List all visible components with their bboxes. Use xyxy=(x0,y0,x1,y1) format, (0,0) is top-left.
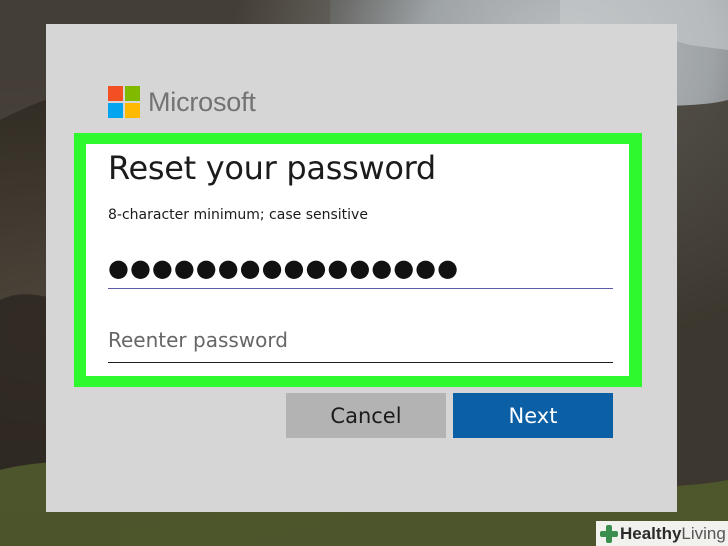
watermark-part-1: Healthy xyxy=(620,523,682,543)
cross-icon xyxy=(600,524,618,543)
watermark: HealthyLiving xyxy=(596,521,728,546)
reenter-password-field[interactable]: Reenter password xyxy=(108,320,613,363)
watermark-part-2: Living xyxy=(681,523,726,543)
password-hint: 8-character minimum; case sensitive xyxy=(108,207,368,223)
windows-logo-icon xyxy=(108,86,140,118)
logo-square-yellow xyxy=(125,103,140,118)
watermark-text: HealthyLiving xyxy=(620,524,726,544)
next-button[interactable]: Next xyxy=(453,393,613,438)
password-masked-value: ●●●●●●●●●●●●●●●● xyxy=(108,254,460,282)
microsoft-logo: Microsoft xyxy=(108,86,256,118)
new-password-field[interactable]: ●●●●●●●●●●●●●●●● xyxy=(108,248,613,289)
logo-square-blue xyxy=(108,103,123,118)
reenter-password-placeholder: Reenter password xyxy=(108,328,288,352)
brand-name: Microsoft xyxy=(148,86,256,117)
page-title: Reset your password xyxy=(108,149,436,187)
logo-square-green xyxy=(125,86,140,101)
logo-square-red xyxy=(108,86,123,101)
cancel-button[interactable]: Cancel xyxy=(286,393,446,438)
